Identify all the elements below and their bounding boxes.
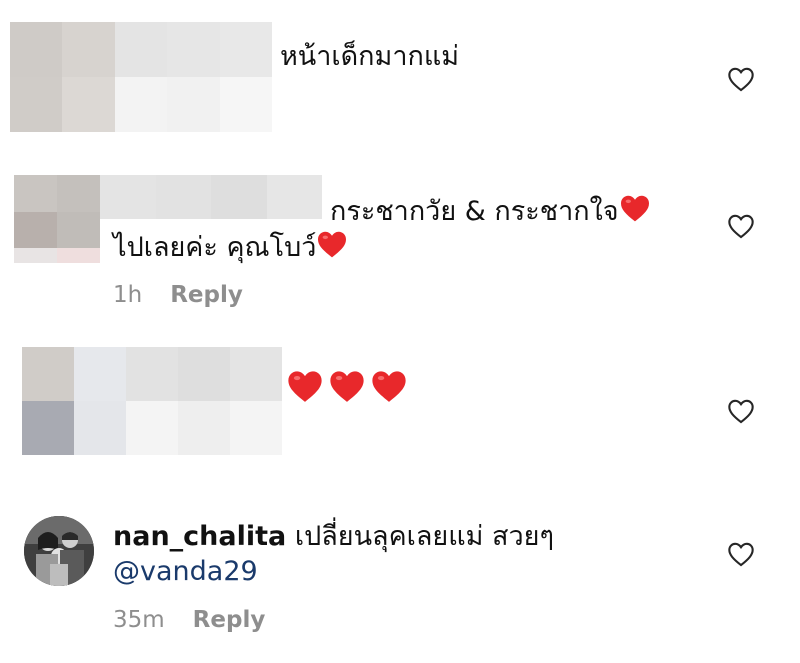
red-heart-emoji — [372, 371, 406, 402]
red-heart-emoji — [620, 195, 649, 222]
comment-text: หน้าเด็กมากแม่ — [280, 41, 460, 72]
avatar-photo — [24, 516, 94, 586]
red-heart-emoji — [318, 231, 347, 258]
pixelated-avatar-username — [22, 347, 282, 455]
username[interactable]: nan_chalita — [113, 521, 286, 552]
comment-meta: 1h Reply — [113, 282, 243, 308]
red-heart-emoji — [288, 371, 322, 402]
mention-link[interactable]: @vanda29 — [113, 555, 258, 589]
comment-meta: 35m Reply — [113, 607, 265, 633]
comment-text-line2: ไปเลยค่ะ คุณโบว์ — [113, 228, 348, 265]
timestamp: 1h — [113, 282, 143, 308]
pixelated-avatar-username — [10, 22, 272, 132]
reply-button[interactable]: Reply — [193, 607, 266, 633]
comment-text: nan_chalita เปลี่ยนลุคเลยแม่ สวยๆ — [113, 521, 554, 552]
comment-text-line1: กระชากวัย & กระชากใจ — [330, 192, 651, 229]
avatar[interactable] — [24, 516, 94, 586]
red-heart-emoji — [330, 371, 364, 402]
pixelated-avatar — [14, 175, 100, 263]
comment-text-hearts — [286, 367, 408, 410]
timestamp: 35m — [113, 607, 165, 633]
heart-outline-icon[interactable] — [727, 213, 755, 239]
pixelated-username — [100, 175, 322, 219]
heart-outline-icon[interactable] — [727, 541, 755, 567]
reply-button[interactable]: Reply — [170, 282, 243, 308]
heart-outline-icon[interactable] — [727, 398, 755, 424]
heart-outline-icon[interactable] — [727, 66, 755, 92]
